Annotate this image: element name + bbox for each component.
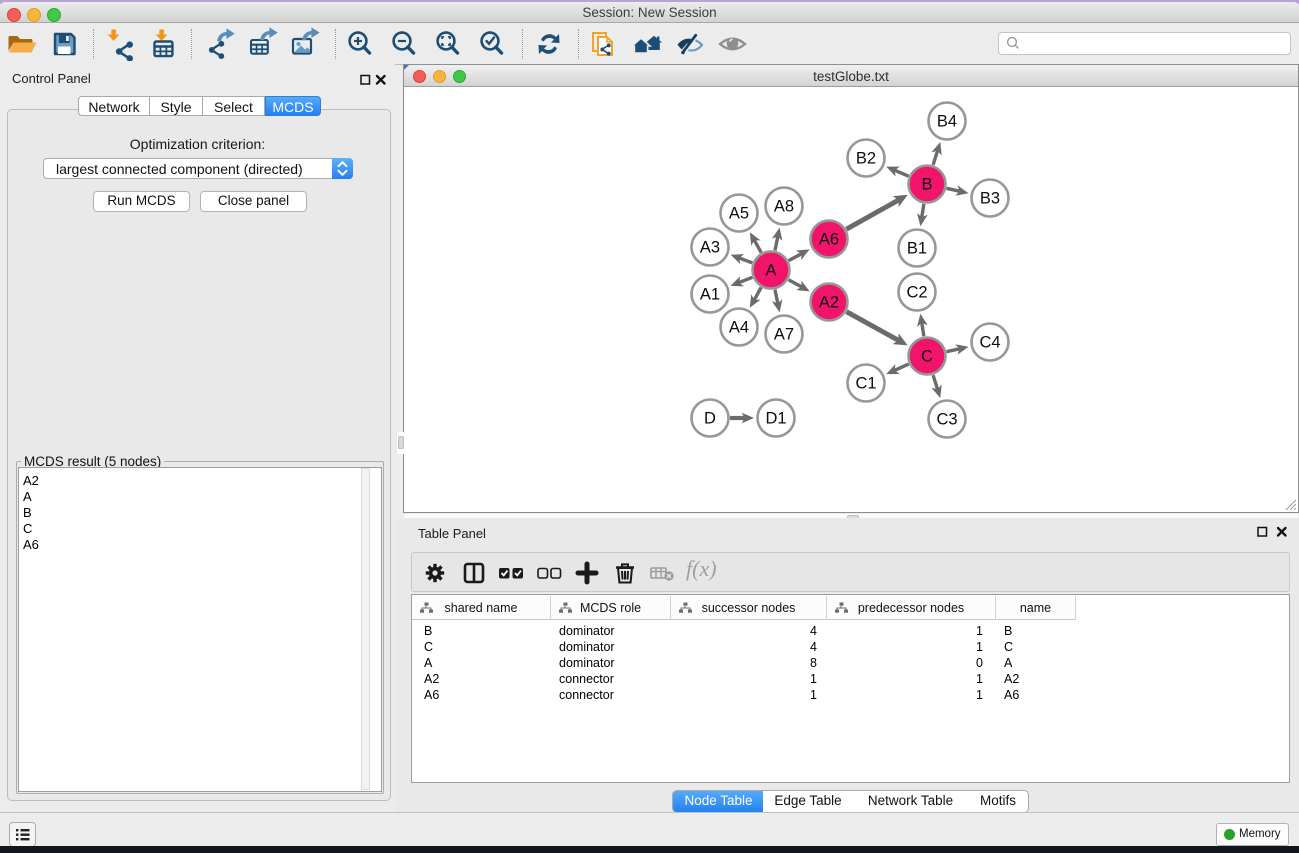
svg-text:A2: A2 (819, 294, 839, 312)
svg-text:A6: A6 (819, 231, 839, 249)
svg-text:B3: B3 (980, 190, 1000, 208)
svg-text:A5: A5 (729, 205, 749, 223)
svg-text:C4: C4 (979, 334, 1000, 352)
svg-text:C2: C2 (906, 284, 927, 302)
svg-text:A1: A1 (700, 286, 720, 304)
svg-text:B4: B4 (937, 113, 957, 131)
svg-text:C1: C1 (855, 375, 876, 393)
svg-text:B1: B1 (907, 240, 927, 258)
svg-text:C3: C3 (936, 411, 957, 429)
svg-text:D: D (704, 410, 716, 428)
svg-text:A7: A7 (774, 326, 794, 344)
svg-text:B: B (921, 176, 932, 194)
svg-text:C: C (921, 348, 933, 366)
svg-text:D1: D1 (765, 410, 786, 428)
svg-text:A3: A3 (700, 239, 720, 257)
svg-text:A8: A8 (774, 198, 794, 216)
svg-text:A: A (765, 262, 776, 280)
svg-text:A4: A4 (729, 319, 749, 337)
svg-text:B2: B2 (856, 150, 876, 168)
